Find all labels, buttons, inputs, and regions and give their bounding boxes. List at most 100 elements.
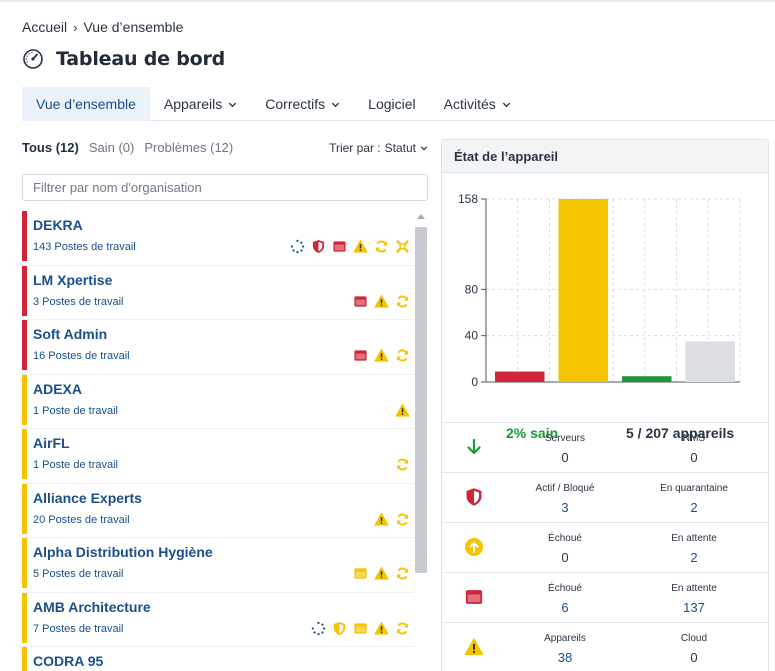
organization-row[interactable]: DEKRA 143 Postes de travail xyxy=(22,211,414,266)
warning-icon[interactable] xyxy=(353,239,368,254)
stat-label: Échoué xyxy=(548,583,582,594)
organization-name[interactable]: DEKRA xyxy=(33,217,83,233)
tab-label: Logiciel xyxy=(368,96,416,112)
scrollbar-thumb[interactable] xyxy=(415,227,427,573)
sync-icon[interactable] xyxy=(395,621,410,636)
stat-cell: En attente 2 xyxy=(639,533,749,565)
stat-value[interactable]: 137 xyxy=(639,600,749,615)
top-divider xyxy=(0,0,775,2)
warning-icon[interactable] xyxy=(374,348,389,363)
window-icon xyxy=(464,587,484,607)
stat-cell: Cloud 0 xyxy=(639,633,749,665)
tab-4[interactable]: Activités xyxy=(430,87,525,121)
organization-row[interactable]: LM Xpertise 3 Postes de travail xyxy=(22,265,414,320)
window-icon[interactable] xyxy=(353,348,368,363)
organization-search-input[interactable] xyxy=(22,174,428,201)
list-scrollbar[interactable] xyxy=(414,211,428,671)
organization-list: DEKRA 143 Postes de travail LM Xpertise 3 P… xyxy=(22,211,414,671)
tab-0[interactable]: Vue d’ensemble xyxy=(22,87,150,121)
breadcrumb-home[interactable]: Accueil xyxy=(22,19,67,35)
stat-cell: Actif / Bloqué 3 xyxy=(510,483,620,515)
organization-name[interactable]: Soft Admin xyxy=(33,326,107,342)
tab-1[interactable]: Appareils xyxy=(150,87,251,121)
stat-cell: Appareils 38 xyxy=(510,633,620,665)
y-tick-label: 0 xyxy=(471,375,478,389)
spinner-icon[interactable] xyxy=(290,239,305,254)
warning-icon[interactable] xyxy=(374,512,389,527)
workstation-count[interactable]: 1 Poste de travail xyxy=(33,405,118,417)
stat-value[interactable]: 2 xyxy=(639,500,749,515)
stat-value[interactable]: 2 xyxy=(639,550,749,565)
stat-cell: En attente 137 xyxy=(639,583,749,615)
filter-all[interactable]: Tous (12) xyxy=(22,140,79,155)
workstation-count[interactable]: 7 Postes de travail xyxy=(33,623,124,635)
status-bar xyxy=(22,538,27,588)
x-icon[interactable] xyxy=(395,239,410,254)
status-bar xyxy=(22,483,27,534)
stat-label: Serveurs xyxy=(544,433,585,444)
stat-row: Actif / Bloqué 3 En quarantaine 2 xyxy=(442,473,768,523)
sync-icon[interactable] xyxy=(395,566,410,581)
organization-row[interactable]: CODRA 95 xyxy=(22,647,414,671)
workstation-count[interactable]: 20 Postes de travail xyxy=(33,514,130,526)
stat-value[interactable]: 38 xyxy=(510,650,620,665)
organization-row[interactable]: Alliance Experts 20 Postes de travail xyxy=(22,483,414,538)
organization-row[interactable]: AirFL 1 Poste de travail xyxy=(22,429,414,484)
window-icon[interactable] xyxy=(353,621,368,636)
spinner-icon[interactable] xyxy=(311,621,326,636)
status-bar xyxy=(22,592,27,643)
sync-icon[interactable] xyxy=(395,294,410,309)
stat-label: Cloud xyxy=(680,633,708,644)
organization-name[interactable]: CODRA 95 xyxy=(33,653,103,669)
workstation-count[interactable]: 16 Postes de travail xyxy=(33,350,130,362)
organization-row[interactable]: Alpha Distribution Hygiène 5 Postes de tr… xyxy=(22,538,414,593)
breadcrumb-current: Vue d’ensemble xyxy=(83,19,184,35)
warning-icon[interactable] xyxy=(395,403,410,418)
tab-label: Vue d’ensemble xyxy=(36,96,136,112)
workstation-count[interactable]: 1 Poste de travail xyxy=(33,459,118,471)
chevron-down-icon xyxy=(420,145,428,150)
tab-label: Correctifs xyxy=(265,96,326,112)
bar-red xyxy=(494,371,545,382)
window-icon[interactable] xyxy=(353,566,368,581)
warning-icon[interactable] xyxy=(374,566,389,581)
organization-row[interactable]: ADEXA 1 Poste de travail xyxy=(22,374,414,429)
shield-icon[interactable] xyxy=(311,239,326,254)
dashboard-gauge-icon xyxy=(23,49,43,69)
organization-name[interactable]: AirFL xyxy=(33,435,70,451)
status-icons xyxy=(311,621,410,636)
filter-healthy[interactable]: Sain (0) xyxy=(89,140,135,155)
shield-icon[interactable] xyxy=(332,621,347,636)
main-tabs: Vue d’ensemble Appareils Correctifs Logicie… xyxy=(22,87,775,121)
filter-problems[interactable]: Problèmes (12) xyxy=(144,140,233,155)
chevron-down-icon xyxy=(228,100,237,109)
stat-value[interactable]: 3 xyxy=(510,500,620,515)
organization-name[interactable]: ADEXA xyxy=(33,381,82,397)
warning-icon[interactable] xyxy=(374,621,389,636)
workstation-count[interactable]: 3 Postes de travail xyxy=(33,296,124,308)
window-icon[interactable] xyxy=(332,239,347,254)
organization-name[interactable]: AMB Architecture xyxy=(33,599,151,615)
organization-name[interactable]: Alliance Experts xyxy=(33,490,142,506)
bar-green xyxy=(621,376,672,382)
organization-name[interactable]: Alpha Distribution Hygiène xyxy=(33,544,213,560)
sync-icon[interactable] xyxy=(395,348,410,363)
stat-row: Appareils 38 Cloud 0 xyxy=(442,623,768,671)
scroll-up-arrow-icon[interactable] xyxy=(417,214,425,219)
sync-icon[interactable] xyxy=(395,457,410,472)
sync-icon[interactable] xyxy=(374,239,389,254)
stat-label: En quarantaine xyxy=(660,483,728,494)
tab-2[interactable]: Correctifs xyxy=(251,87,354,121)
tab-3[interactable]: Logiciel xyxy=(354,87,429,121)
workstation-count[interactable]: 5 Postes de travail xyxy=(33,568,124,580)
stat-value[interactable]: 6 xyxy=(510,600,620,615)
organization-row[interactable]: AMB Architecture 7 Postes de travail xyxy=(22,592,414,647)
sync-icon[interactable] xyxy=(395,512,410,527)
workstation-count[interactable]: 143 Postes de travail xyxy=(33,241,136,253)
sort-value: Statut xyxy=(384,140,416,155)
sort-dropdown[interactable]: Trier par : Statut xyxy=(329,141,428,155)
window-icon[interactable] xyxy=(353,294,368,309)
organization-row[interactable]: Soft Admin 16 Postes de travail xyxy=(22,320,414,375)
warning-icon[interactable] xyxy=(374,294,389,309)
organization-name[interactable]: LM Xpertise xyxy=(33,272,112,288)
